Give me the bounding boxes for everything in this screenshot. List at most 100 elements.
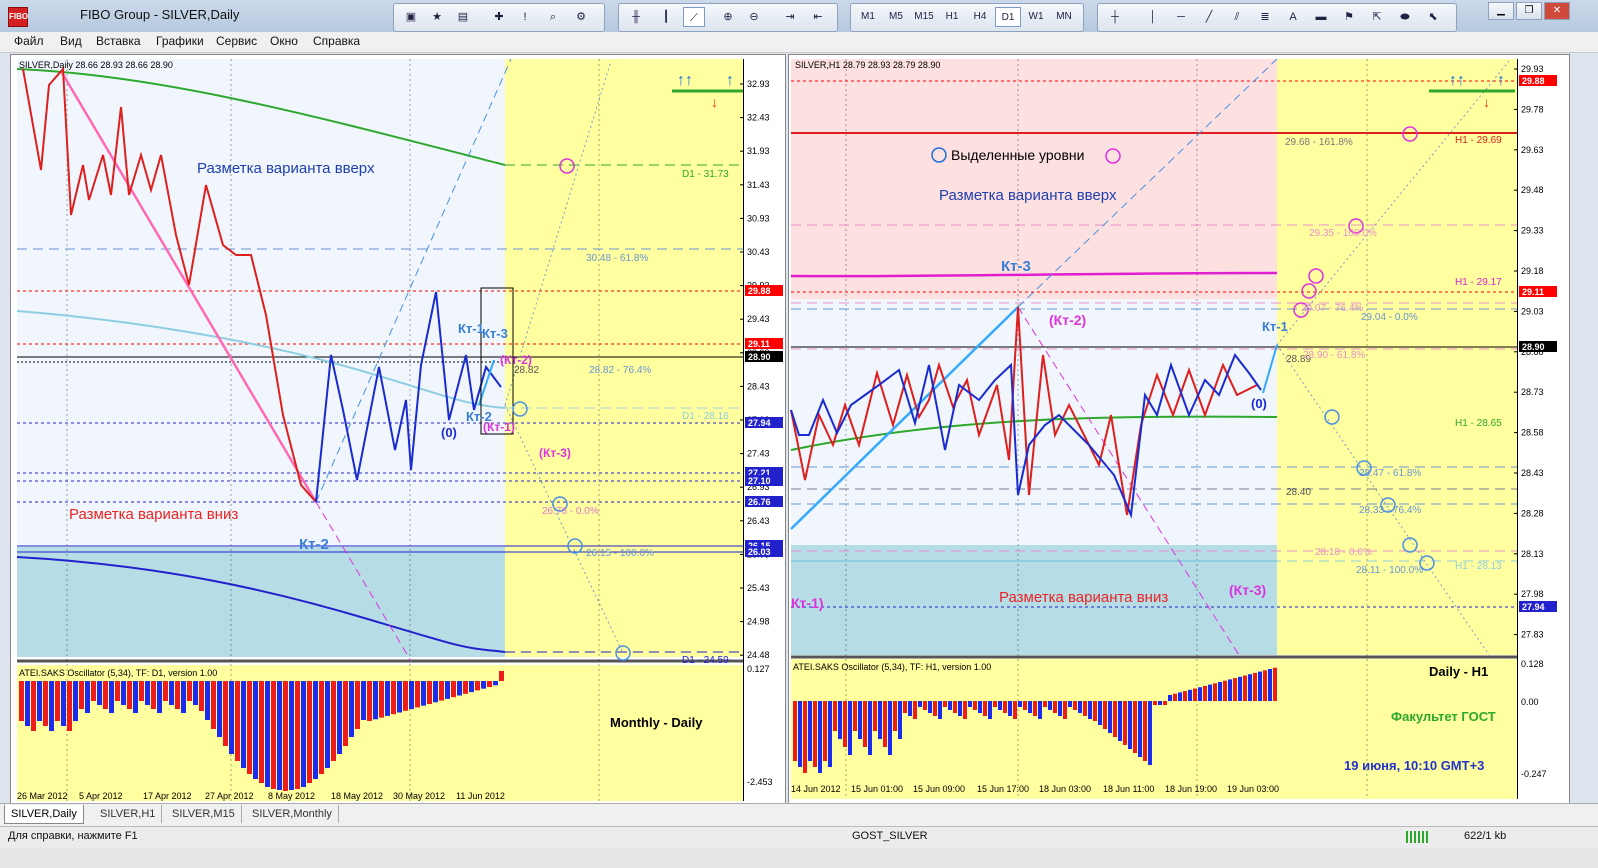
zero-label: (0) xyxy=(1251,396,1267,411)
tf-m15[interactable]: M15 xyxy=(911,7,937,27)
price-axis-label: 29.63 xyxy=(1521,145,1544,155)
oscillator-bar xyxy=(433,681,438,703)
zoom-in-icon[interactable]: ⊕ xyxy=(717,7,739,27)
dropdown-arrow-icon[interactable]: ⬉ xyxy=(1422,7,1444,27)
vertical-line-icon[interactable]: │ xyxy=(1142,7,1164,27)
tf-mn[interactable]: MN xyxy=(1051,7,1077,27)
tf-h4[interactable]: H4 xyxy=(967,7,993,27)
oscillator-bar xyxy=(948,701,952,710)
text-icon[interactable]: A xyxy=(1282,7,1304,27)
menu-window[interactable]: Окно xyxy=(270,34,298,48)
settings-icon[interactable]: ⚙ xyxy=(570,7,592,27)
menu-view[interactable]: Вид xyxy=(60,34,82,48)
profile-name: GOST_SILVER xyxy=(852,830,928,842)
channel-icon[interactable]: ⫽ xyxy=(1226,7,1248,27)
horizontal-line-icon[interactable]: ─ xyxy=(1170,7,1192,27)
oscillator-bar xyxy=(97,681,102,705)
oscillator-bar xyxy=(379,681,384,718)
tab-silver-daily[interactable]: SILVER,Daily xyxy=(4,805,84,824)
oscillator-bar xyxy=(838,701,842,739)
fib-2935: 29.35 - 100.0% xyxy=(1309,228,1377,239)
trendline-icon[interactable]: ╱ xyxy=(1198,7,1220,27)
help-hint: Для справки, нажмите F1 xyxy=(8,830,138,842)
label-icon[interactable]: ▬ xyxy=(1310,7,1332,27)
tab-silver-h1[interactable]: SILVER,H1 xyxy=(94,805,163,823)
tf-d1[interactable]: D1 xyxy=(995,7,1021,27)
alert-icon[interactable]: ! xyxy=(514,7,536,27)
tf-m5[interactable]: M5 xyxy=(883,7,909,27)
ellipse-icon[interactable]: ⬬ xyxy=(1394,7,1416,27)
fib-2676: 26.76 - 0.0% xyxy=(542,506,599,517)
svg-text:↑↑: ↑↑ xyxy=(677,72,693,89)
levels-legend-label: Выделенные уровни xyxy=(951,147,1084,163)
oscillator-bar xyxy=(1233,678,1237,701)
zoom-out-icon[interactable]: ⊖ xyxy=(743,7,765,27)
oscillator-bar xyxy=(853,701,857,731)
crosshair-icon[interactable]: ┼ xyxy=(1104,7,1126,27)
profiles-icon[interactable]: ★ xyxy=(426,7,448,27)
oscillator-bar xyxy=(109,681,114,713)
oscillator-bar xyxy=(241,681,246,768)
tab-silver-m15[interactable]: SILVER,M15 xyxy=(166,805,242,823)
chart-shift-icon[interactable]: ⇤ xyxy=(807,7,829,27)
menu-tools[interactable]: Сервис xyxy=(216,34,257,48)
tf-m1[interactable]: M1 xyxy=(855,7,881,27)
tab-silver-monthly[interactable]: SILVER,Monthly xyxy=(246,805,339,823)
oscillator-bar xyxy=(349,681,354,737)
time-label: 15 Jun 09:00 xyxy=(913,784,965,794)
time-label: 18 Jun 03:00 xyxy=(1039,784,1091,794)
fibo-fan-icon[interactable]: ⚑ xyxy=(1338,7,1360,27)
oscillator-bar xyxy=(1243,675,1247,701)
oscillator-bar xyxy=(988,701,992,719)
oscillator-bar xyxy=(145,681,150,705)
price-axis-label: 29.18 xyxy=(1521,266,1544,276)
close-icon[interactable]: ✕ xyxy=(1544,2,1570,20)
oscillator-header: ATEI.SAKS Oscillator (5,34), TF: D1, ver… xyxy=(19,668,217,678)
oscillator-bar xyxy=(61,681,66,726)
oscillator-bar xyxy=(265,681,270,787)
oscillator-bar xyxy=(367,681,372,721)
new-order-icon[interactable]: ✚ xyxy=(488,7,510,27)
menu-file[interactable]: Файл xyxy=(14,34,44,48)
oscillator-bar xyxy=(415,681,420,708)
chart-window-h1[interactable]: ↑↑ ↑ ↓ SILVER,H1 28.79 28.93 28.79 28.90… xyxy=(788,54,1570,804)
oscillator-bar xyxy=(31,681,36,731)
time-label: 19 Jun 03:00 xyxy=(1227,784,1279,794)
oscillator-bar xyxy=(848,701,852,755)
oscillator-bar xyxy=(1018,701,1022,707)
minimize-icon[interactable]: ▁ xyxy=(1488,2,1514,20)
oscillator-bar xyxy=(1248,674,1252,701)
oscillator-bar xyxy=(1173,693,1177,701)
osc-axis-bottom: -0.247 xyxy=(1521,769,1547,779)
oscillator-tf-label: Monthly - Daily xyxy=(610,715,703,730)
svg-text:↑↑: ↑↑ xyxy=(1449,72,1465,89)
kt1-paren-label: Кт-1) xyxy=(791,595,824,611)
oscillator-bar xyxy=(373,681,378,720)
oscillator-bar xyxy=(307,681,312,783)
autoscroll-icon[interactable]: ⇥ xyxy=(779,7,801,27)
price-axis-label: 24.98 xyxy=(747,617,770,627)
menu-help[interactable]: Справка xyxy=(313,34,360,48)
zoom-icon[interactable]: ⌕ xyxy=(542,7,564,27)
tf-w1[interactable]: W1 xyxy=(1023,7,1049,27)
new-chart-icon[interactable]: ▣ xyxy=(400,7,422,27)
line-chart-icon[interactable]: ⟋ xyxy=(683,7,705,27)
price-axis-label: 28.73 xyxy=(1521,387,1544,397)
market-watch-icon[interactable]: ▤ xyxy=(452,7,474,27)
fibo-icon[interactable]: ≣ xyxy=(1254,7,1276,27)
kt2-paren-label: (Кт-2) xyxy=(1049,312,1086,328)
oscillator-bar xyxy=(469,681,474,693)
oscillator-bar xyxy=(1158,701,1162,705)
oscillator-bar xyxy=(898,701,902,739)
menu-charts[interactable]: Графики xyxy=(156,34,204,48)
bar-chart-icon[interactable]: ╫ xyxy=(625,7,647,27)
arrows-icon[interactable]: ⇱ xyxy=(1366,7,1388,27)
chart-window-daily[interactable]: ↑↑ ↑ ↓ SILVER,Daily 28.66 28.93 28.66 28… xyxy=(10,54,786,804)
price-axis-label: 27.43 xyxy=(747,449,770,459)
oscillator-bar xyxy=(918,701,922,707)
tf-h1[interactable]: H1 xyxy=(939,7,965,27)
oscillator-bar xyxy=(1048,701,1052,710)
menu-insert[interactable]: Вставка xyxy=(96,34,141,48)
candles-icon[interactable]: ┃ xyxy=(655,7,677,27)
maximize-icon[interactable]: ❐ xyxy=(1516,2,1542,20)
